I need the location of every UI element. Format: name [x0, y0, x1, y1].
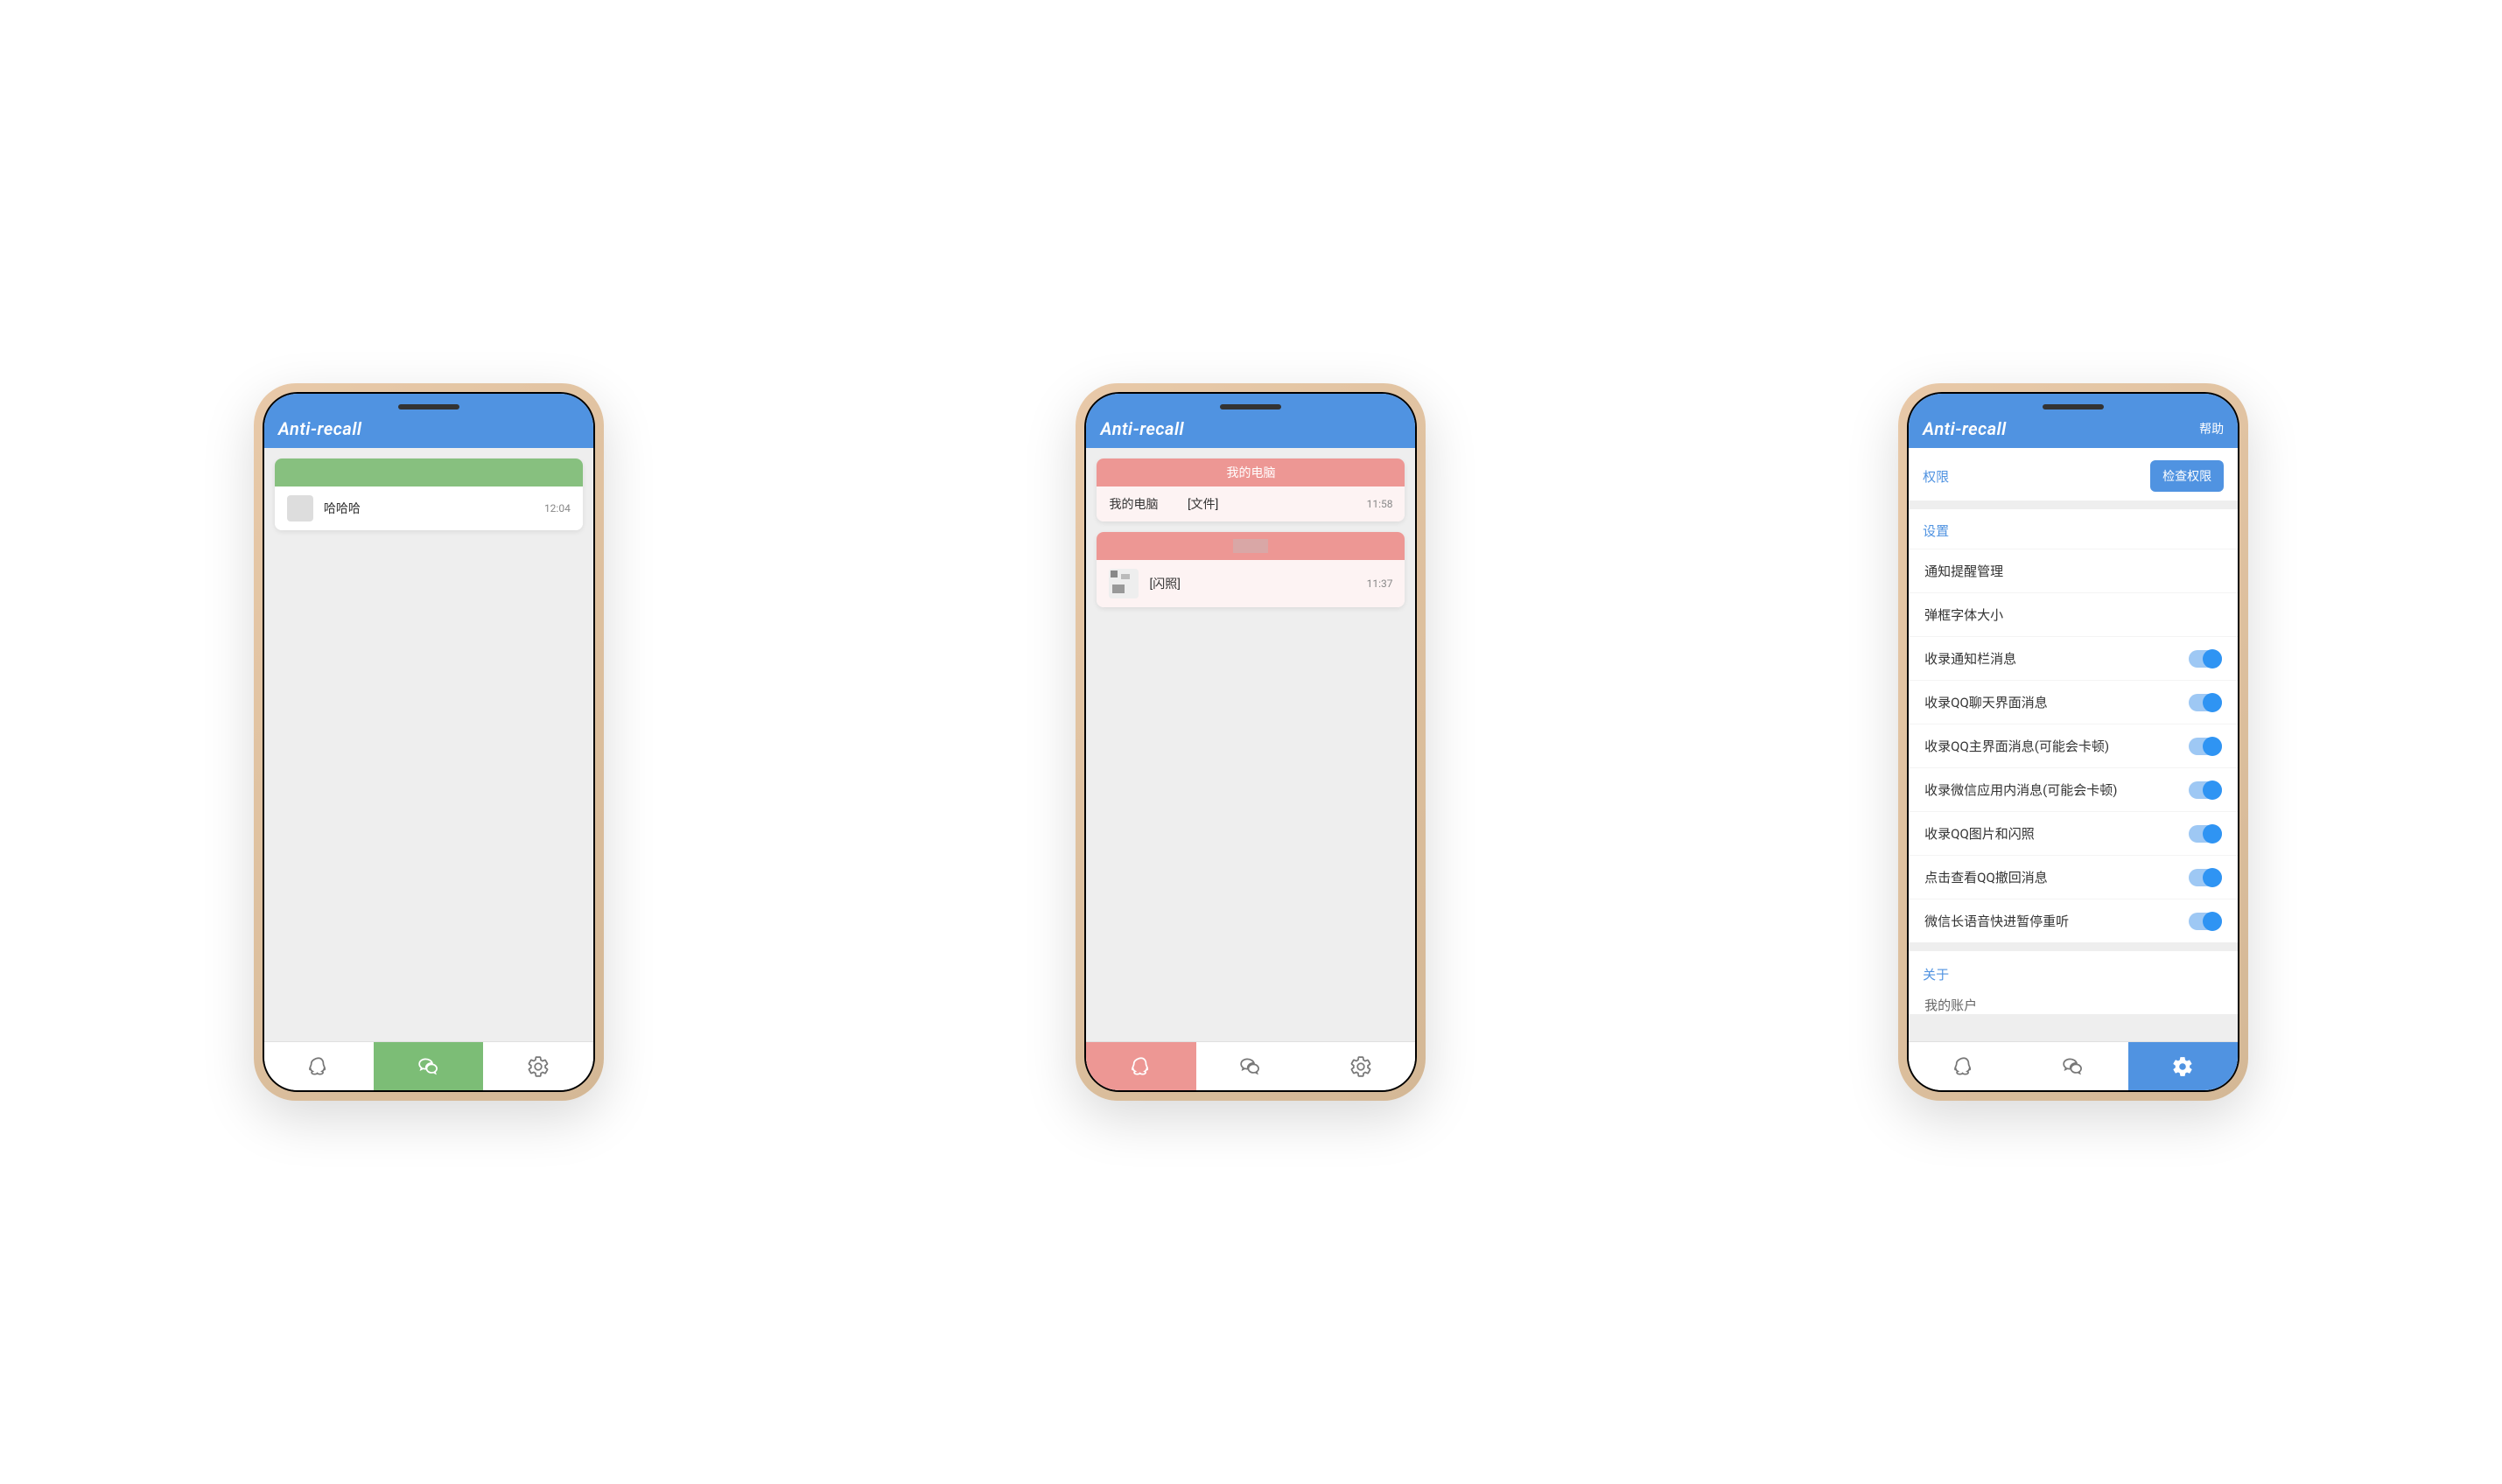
nav-wechat[interactable] [2018, 1042, 2127, 1090]
chat-text: [文件] [1188, 495, 1218, 513]
chat-card-header [1097, 532, 1405, 560]
chat-time: 12:04 [544, 502, 571, 514]
phone-earpiece [1220, 404, 1281, 410]
settings-row-label: 通知提醒管理 [1924, 562, 2003, 580]
phone-earpiece [2043, 404, 2104, 410]
settings-section: 设置 通知提醒管理 弹框字体大小 收录通知栏消息 收录QQ聊天界面消息 [1909, 509, 2238, 942]
about-section: 关于 我的账户 [1909, 951, 2238, 1014]
permissions-section: 权限 检查权限 [1909, 448, 2238, 500]
settings-row[interactable]: 收录微信应用内消息(可能会卡顿) [1909, 767, 2238, 811]
nav-settings[interactable] [2128, 1042, 2238, 1090]
settings-icon [527, 1055, 550, 1078]
chat-card[interactable]: 我的电脑 我的电脑 [文件] 11:58 [1097, 458, 1405, 522]
settings-row-label: 收录微信应用内消息(可能会卡顿) [1924, 780, 2117, 799]
app-title: Anti-recall [1100, 418, 1184, 439]
app-title: Anti-recall [278, 418, 362, 439]
chat-list[interactable]: 我的电脑 我的电脑 [文件] 11:58 [1086, 448, 1415, 1041]
settings-row-label: 收录QQ主界面消息(可能会卡顿) [1924, 737, 2109, 755]
settings-row-label: 弹框字体大小 [1924, 606, 2003, 624]
settings-icon [2171, 1055, 2194, 1078]
wechat-icon [417, 1055, 440, 1078]
chat-row[interactable]: 哈哈哈 12:04 [275, 486, 583, 530]
phone-mockup-3: Anti-recall 帮助 权限 检查权限 设置 通知提醒管理 [1898, 383, 2248, 1101]
avatar [287, 495, 313, 522]
phone-mockup-1: Anti-recall 哈哈哈 12:04 [254, 383, 604, 1101]
settings-row-label: 收录QQ图片和闪照 [1924, 824, 2035, 843]
settings-row-label: 微信长语音快进暂停重听 [1924, 912, 2069, 930]
chat-time: 11:37 [1367, 578, 1393, 590]
phone-earpiece [398, 404, 459, 410]
nav-settings[interactable] [483, 1042, 592, 1090]
settings-content[interactable]: 权限 检查权限 设置 通知提醒管理 弹框字体大小 收录通知栏消息 [1909, 448, 2238, 1041]
chat-card-header: 我的电脑 [1097, 458, 1405, 486]
nav-qq[interactable] [264, 1042, 374, 1090]
settings-row[interactable]: 微信长语音快进暂停重听 [1909, 899, 2238, 942]
settings-row[interactable]: 通知提醒管理 [1909, 549, 2238, 592]
avatar [1109, 569, 1139, 598]
nav-qq[interactable] [1909, 1042, 2018, 1090]
toggle-switch[interactable] [2189, 650, 2222, 668]
toggle-switch[interactable] [2189, 781, 2222, 799]
chat-text: 哈哈哈 [324, 500, 361, 517]
chat-row[interactable]: 我的电脑 [文件] 11:58 [1097, 486, 1405, 522]
wechat-icon [1239, 1055, 1262, 1078]
chat-text: [闪照] [1149, 575, 1180, 592]
bottom-nav [1086, 1041, 1415, 1090]
settings-row[interactable]: 弹框字体大小 [1909, 592, 2238, 636]
help-button[interactable]: 帮助 [2199, 420, 2224, 438]
qq-icon [307, 1055, 330, 1078]
chat-card[interactable]: [闪照] 11:37 [1097, 532, 1405, 607]
app-header: Anti-recall [264, 394, 593, 448]
app-header: Anti-recall [1086, 394, 1415, 448]
about-row[interactable]: 我的账户 [1909, 987, 2238, 1014]
wechat-icon [2062, 1055, 2085, 1078]
check-permissions-button[interactable]: 检查权限 [2150, 460, 2224, 492]
chat-list[interactable]: 哈哈哈 12:04 [264, 448, 593, 1041]
qq-icon [1952, 1055, 1975, 1078]
chat-card[interactable]: 哈哈哈 12:04 [275, 458, 583, 530]
settings-row[interactable]: 收录QQ主界面消息(可能会卡顿) [1909, 724, 2238, 767]
app-header: Anti-recall 帮助 [1909, 394, 2238, 448]
settings-row-label: 收录QQ聊天界面消息 [1924, 693, 2048, 711]
chat-row[interactable]: [闪照] 11:37 [1097, 560, 1405, 607]
toggle-switch[interactable] [2189, 738, 2222, 755]
nav-qq[interactable] [1086, 1042, 1195, 1090]
chat-card-title: 我的电脑 [1226, 464, 1275, 481]
chat-sender: 我的电脑 [1109, 495, 1158, 513]
settings-row[interactable]: 点击查看QQ撤回消息 [1909, 855, 2238, 899]
chat-card-header [275, 458, 583, 486]
nav-settings[interactable] [1306, 1042, 1415, 1090]
permissions-label: 权限 [1923, 467, 1949, 486]
qq-icon [1130, 1055, 1153, 1078]
bottom-nav [264, 1041, 593, 1090]
bottom-nav [1909, 1041, 2238, 1090]
settings-row-label: 点击查看QQ撤回消息 [1924, 868, 2048, 886]
toggle-switch[interactable] [2189, 869, 2222, 886]
settings-row[interactable]: 收录QQ图片和闪照 [1909, 811, 2238, 855]
toggle-switch[interactable] [2189, 913, 2222, 930]
settings-row-label: 收录通知栏消息 [1924, 649, 2016, 668]
nav-wechat[interactable] [1196, 1042, 1306, 1090]
settings-icon [1349, 1055, 1372, 1078]
app-title: Anti-recall [1923, 418, 2007, 439]
settings-row[interactable]: 收录QQ聊天界面消息 [1909, 680, 2238, 724]
phone-mockup-2: Anti-recall 我的电脑 我的电脑 [文件] 11:58 [1076, 383, 1426, 1101]
settings-label: 设置 [1923, 522, 1949, 540]
toggle-switch[interactable] [2189, 694, 2222, 711]
settings-row[interactable]: 收录通知栏消息 [1909, 636, 2238, 680]
nav-wechat[interactable] [374, 1042, 483, 1090]
about-label: 关于 [1909, 955, 2238, 987]
chat-time: 11:58 [1367, 498, 1393, 510]
toggle-switch[interactable] [2189, 825, 2222, 843]
